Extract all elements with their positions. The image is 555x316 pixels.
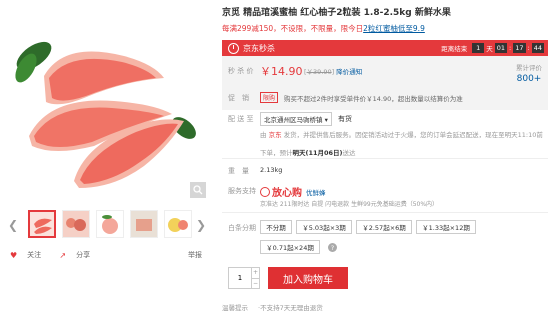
divider-1 <box>222 158 548 159</box>
share-icon: ↗ <box>59 250 67 260</box>
share-label: 分享 <box>76 251 91 259</box>
prev-arrow-icon[interactable]: ❮ <box>8 218 18 232</box>
ship-prefix: 由 <box>260 131 267 139</box>
fxg-label: 放心购 <box>272 188 302 199</box>
report-link[interactable]: 举报 <box>188 250 202 260</box>
weight-label: 重 量 <box>228 167 249 175</box>
thumbnail-2[interactable] <box>62 210 90 238</box>
product-main-image[interactable] <box>4 6 204 202</box>
follow-button[interactable]: ♥ 关注 <box>10 250 49 260</box>
service-desc: 京准达 211限时达 自提 闪电退款 生鲜99元免基础运费（50%内） <box>260 201 439 208</box>
installment-option-0[interactable]: 不分期 <box>260 220 292 234</box>
address-select[interactable]: 北京通州区马驹桥镇 ▾ <box>260 112 332 126</box>
limit-text: 购买不超过2件时享受单件价￥14.90，超出数量以结算价为准 <box>284 95 463 103</box>
countdown-seconds: 44 <box>531 43 544 53</box>
fangxingou-badge: 放心购 <box>260 184 302 199</box>
share-button[interactable]: ↗ 分享 <box>59 250 98 260</box>
installment-option-2[interactable]: ￥2.57起×6期 <box>356 220 412 234</box>
original-price: ￥39.90 <box>306 68 332 76</box>
countdown: 距离结束 1 天 01 : 17 : 44 <box>441 43 544 53</box>
pomelo-image <box>15 41 196 188</box>
ship-rest: 发货，并提供售后服务。因促销活动过于火爆，您的订单会延迟配送，现在至明天11:1… <box>283 131 543 139</box>
countdown-label: 距离结束 <box>441 45 468 53</box>
left-actions: ♥ 关注 ↗ 分享 举报 <box>10 250 210 260</box>
add-to-cart-button[interactable]: 加入购物车 <box>268 267 348 289</box>
promo-row-label: 促 销 <box>228 94 249 102</box>
quantity-stepper[interactable]: + − <box>228 267 260 289</box>
quantity-buttons: + − <box>251 268 259 288</box>
service-label: 服务支持 <box>228 187 256 195</box>
warm-label: 温馨提示 <box>222 304 248 312</box>
thumbnail-3[interactable] <box>96 210 124 238</box>
address-value: 北京通州区马驹桥镇 <box>264 116 323 124</box>
installment-option-3[interactable]: ￥1.33起×12期 <box>416 220 476 234</box>
installment-option-4[interactable]: ￥0.71起×24期 <box>260 240 320 254</box>
shield-check-icon <box>260 186 270 197</box>
divider-2 <box>222 212 548 213</box>
delivery-estimate: 下单，预计明天(11月06日)送达 <box>260 147 356 157</box>
warm-tips: 温馨提示 ·不支持7天无理由退货 <box>222 302 323 312</box>
ship-date: 明天(11月06日) <box>292 149 343 157</box>
clock-icon <box>228 42 239 54</box>
follow-label: 关注 <box>27 251 42 259</box>
quantity-input[interactable] <box>229 268 251 288</box>
price-notice-link[interactable]: 降价通知 <box>336 68 362 76</box>
service-badge[interactable]: 放心购 优鲜蜂 <box>260 184 326 199</box>
increase-icon[interactable]: + <box>252 268 259 279</box>
ship-line2c: 送达 <box>342 149 356 157</box>
thumbnail-4[interactable] <box>130 210 158 238</box>
installment-option-1[interactable]: ￥5.03起×3期 <box>296 220 352 234</box>
chevron-down-icon: ▾ <box>324 116 328 124</box>
promo-body: 每满299减150，不设限，不限量，限今日 <box>222 24 364 33</box>
product-info: 京觅 精品琯溪蜜柚 红心柚子2粒装 1.8-2.5kg 新鲜水果 每满299减1… <box>222 6 548 312</box>
cd-sep-2: : <box>527 44 530 52</box>
ship-jd: 京东 <box>268 131 282 139</box>
countdown-days: 1 <box>472 43 485 53</box>
delivery-label: 配 送 至 <box>228 115 254 123</box>
heart-icon: ♥ <box>10 250 18 260</box>
thumbnail-strip: ❮ ❯ <box>8 210 206 242</box>
eval-count: 800+ <box>516 74 542 84</box>
warm-text: ·不支持7天无理由退货 <box>258 304 323 312</box>
promo-link[interactable]: 2粒红蜜柚低至9.9 <box>363 24 425 33</box>
price-box: 秒 杀 价 ￥14.90 [￥39.90] 降价通知 累计评价 800+ 促 销 … <box>222 56 548 110</box>
countdown-minutes: 17 <box>513 43 526 53</box>
shipping-info: 由 京东 发货，并提供售后服务。因促销活动过于火爆，您的订单会延迟配送，现在至明… <box>260 130 550 140</box>
eval-label: 累计评价 <box>516 64 542 72</box>
next-arrow-icon[interactable]: ❯ <box>196 218 206 232</box>
countdown-hours: 01 <box>494 43 508 53</box>
evaluation-summary[interactable]: 累计评价 800+ <box>516 62 542 84</box>
stock-status: 有货 <box>338 115 352 123</box>
seckill-label: 京东秒杀 <box>243 43 275 53</box>
weight-value: 2.13kg <box>260 166 283 174</box>
original-price-wrap: [￥39.90] 降价通知 <box>304 68 363 76</box>
thumbnail-5[interactable] <box>164 210 192 238</box>
ship-line2a: 下单，预计 <box>260 149 293 157</box>
promo-text: 每满299减150，不设限，不限量，限今日2粒红蜜柚低至9.9 <box>222 23 548 34</box>
seckill-bar: 京东秒杀 距离结束 1 天 01 : 17 : 44 <box>222 40 548 56</box>
cd-sep-1: : <box>509 44 512 52</box>
zoom-icon[interactable] <box>190 182 206 198</box>
product-title: 京觅 精品琯溪蜜柚 红心柚子2粒装 1.8-2.5kg 新鲜水果 <box>222 8 451 18</box>
days-unit: 天 <box>486 45 493 53</box>
thumbnail-1[interactable] <box>28 210 56 238</box>
limit-tag: 限购 <box>260 92 279 103</box>
installment-label: 白条分期 <box>228 224 256 232</box>
help-icon[interactable]: ? <box>328 243 337 252</box>
decrease-icon[interactable]: − <box>252 279 259 289</box>
price-label: 秒 杀 价 <box>228 67 254 75</box>
fxg-sub[interactable]: 优鲜蜂 <box>306 187 326 197</box>
current-price: ￥14.90 <box>260 65 303 78</box>
